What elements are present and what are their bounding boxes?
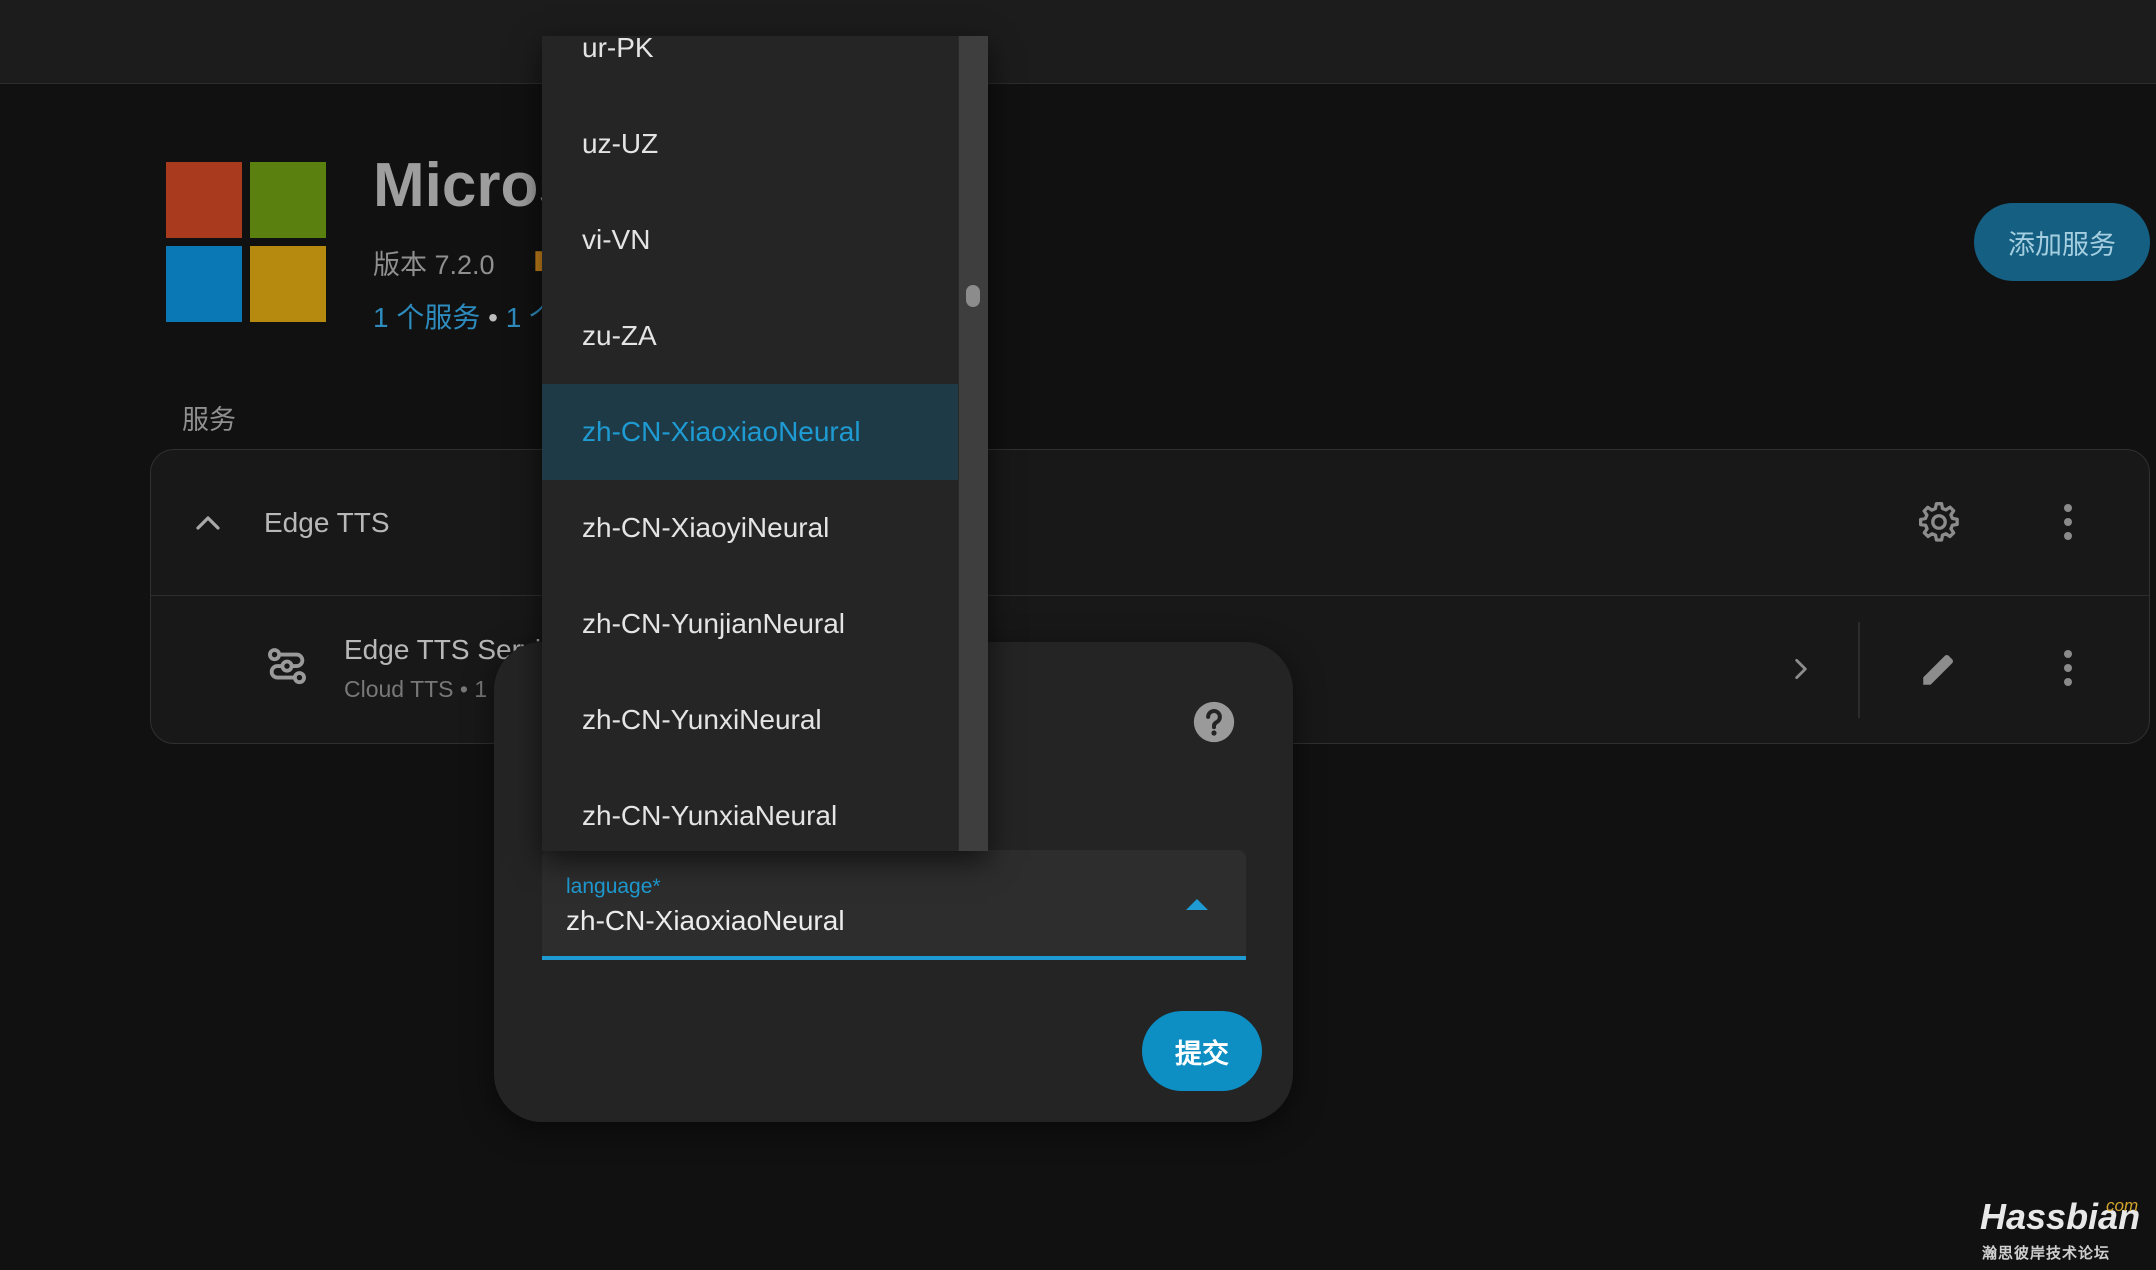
- dropdown-scrollbar-thumb[interactable]: [966, 285, 980, 307]
- language-select-value[interactable]: zh-CN-XiaoxiaoNeural: [566, 905, 845, 937]
- language-option[interactable]: zh-CN-YunxiaNeural: [542, 768, 958, 851]
- pencil-icon[interactable]: [1918, 648, 1960, 690]
- language-option[interactable]: zh-CN-YunjianNeural: [542, 576, 958, 672]
- language-option[interactable]: zh-CN-XiaoyiNeural: [542, 480, 958, 576]
- language-option[interactable]: ur-PK: [542, 36, 958, 96]
- language-option[interactable]: uz-UZ: [542, 96, 958, 192]
- language-option-list: ur-PK uz-UZ vi-VN zu-ZA zh-CN-XiaoxiaoNe…: [542, 36, 958, 851]
- dropdown-scrollbar[interactable]: [958, 36, 988, 851]
- logo-green-square: [250, 162, 326, 238]
- integration-version: 版本 7.2.0: [373, 250, 495, 280]
- language-dropdown-menu: ur-PK uz-UZ vi-VN zu-ZA zh-CN-XiaoxiaoNe…: [542, 36, 988, 851]
- service-group-title: Edge TTS: [264, 507, 390, 538]
- card-divider: [150, 595, 2150, 596]
- group-more-menu-icon[interactable]: [2063, 504, 2073, 544]
- language-option[interactable]: zh-CN-YunxiNeural: [542, 672, 958, 768]
- integration-summary: 1 个服务 • 1 个: [373, 296, 557, 336]
- service-entry-icon: [268, 648, 306, 685]
- language-option[interactable]: zu-ZA: [542, 288, 958, 384]
- chevron-right-icon[interactable]: [1788, 654, 1814, 684]
- watermark-tld: com: [2106, 1196, 2139, 1215]
- entry-more-menu-icon[interactable]: [2063, 650, 2073, 690]
- chevron-up-icon[interactable]: [193, 508, 223, 538]
- summary-separator: •: [480, 302, 506, 333]
- gear-icon[interactable]: [1917, 500, 1961, 544]
- services-count-link[interactable]: 1 个服务: [373, 302, 480, 333]
- add-service-button[interactable]: 添加服务: [1974, 203, 2150, 281]
- submit-button[interactable]: 提交: [1142, 1011, 1262, 1091]
- logo-blue-square: [166, 246, 242, 322]
- logo-yellow-square: [250, 246, 326, 322]
- dropdown-arrow-up-icon[interactable]: [1186, 899, 1208, 910]
- language-option[interactable]: vi-VN: [542, 192, 958, 288]
- language-option-selected[interactable]: zh-CN-XiaoxiaoNeural: [542, 384, 958, 480]
- help-icon[interactable]: [1192, 700, 1236, 744]
- language-select-label: language*: [566, 875, 661, 898]
- microsoft-logo: [166, 162, 328, 322]
- entry-action-divider: [1858, 622, 1860, 718]
- service-entry-subtitle: Cloud TTS • 1: [344, 676, 488, 702]
- watermark-subtitle: 瀚思彼岸技术论坛: [1982, 1245, 2111, 1262]
- top-app-bar: [0, 0, 2156, 84]
- logo-red-square: [166, 162, 242, 238]
- services-section-label: 服务: [182, 405, 236, 435]
